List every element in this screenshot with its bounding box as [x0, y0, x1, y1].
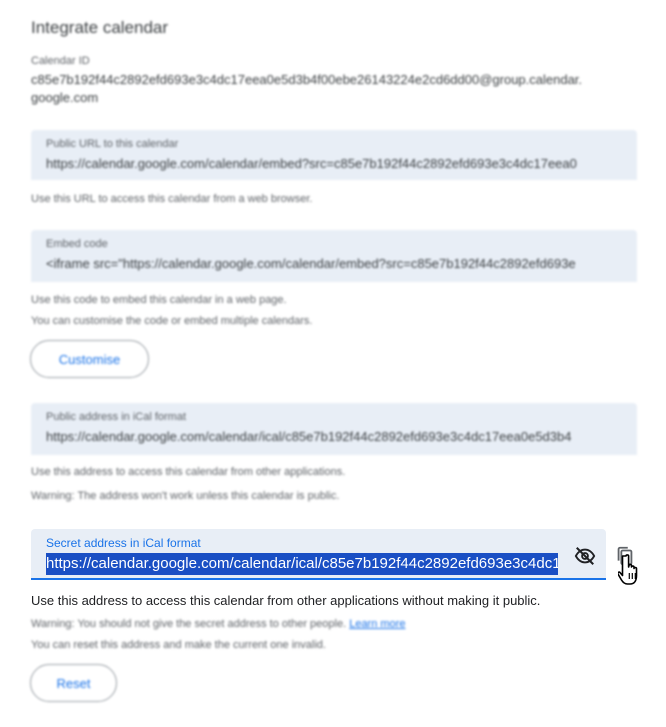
public-url-help: Use this URL to access this calendar fro…: [31, 193, 313, 205]
public-url-value[interactable]: https://calendar.google.com/calendar/emb…: [46, 156, 621, 171]
public-ical-help-2: Warning: The address won't work unless t…: [31, 490, 340, 502]
secret-ical-field[interactable]: Secret address in iCal format https://ca…: [31, 529, 606, 580]
calendar-id-value-line1: c85e7b192f44c2892efd693e3c4dc17eea0e5d3b…: [31, 72, 583, 87]
embed-code-help-2: You can customise the code or embed mult…: [31, 315, 313, 327]
public-ical-value[interactable]: https://calendar.google.com/calendar/ica…: [46, 429, 621, 444]
reset-note: You can reset this address and make the …: [31, 639, 326, 651]
secret-ical-warning-line: Warning: You should not give the secret …: [31, 618, 405, 630]
public-ical-label: Public address in iCal format: [46, 411, 187, 423]
section-title: Integrate calendar: [31, 18, 169, 37]
embed-code-value[interactable]: <iframe src="https://calendar.google.com…: [46, 256, 621, 271]
hand-pointer-cursor: [618, 554, 638, 585]
calendar-id-value-line2: google.com: [31, 90, 99, 105]
customise-button[interactable]: Customise: [30, 340, 149, 378]
secret-ical-label: Secret address in iCal format: [46, 536, 201, 550]
secret-ical-help: Use this address to access this calendar…: [31, 593, 541, 608]
public-ical-help-1: Use this address to access this calendar…: [31, 466, 346, 478]
learn-more-link[interactable]: Learn more: [349, 618, 405, 630]
secret-ical-warning: Warning: You should not give the secret …: [31, 618, 347, 630]
public-url-field[interactable]: Public URL to this calendar https://cale…: [31, 130, 637, 180]
embed-code-label: Embed code: [46, 238, 108, 250]
embed-code-field[interactable]: Embed code <iframe src="https://calendar…: [31, 230, 637, 282]
calendar-id-label: Calendar ID: [31, 55, 90, 67]
public-url-label: Public URL to this calendar: [46, 138, 179, 150]
embed-code-help-1: Use this code to embed this calendar in …: [31, 294, 287, 306]
reset-button[interactable]: Reset: [30, 664, 117, 702]
eye-off-icon[interactable]: [574, 545, 596, 567]
secret-ical-value[interactable]: https://calendar.google.com/calendar/ica…: [46, 553, 558, 575]
public-ical-field[interactable]: Public address in iCal format https://ca…: [31, 403, 637, 455]
